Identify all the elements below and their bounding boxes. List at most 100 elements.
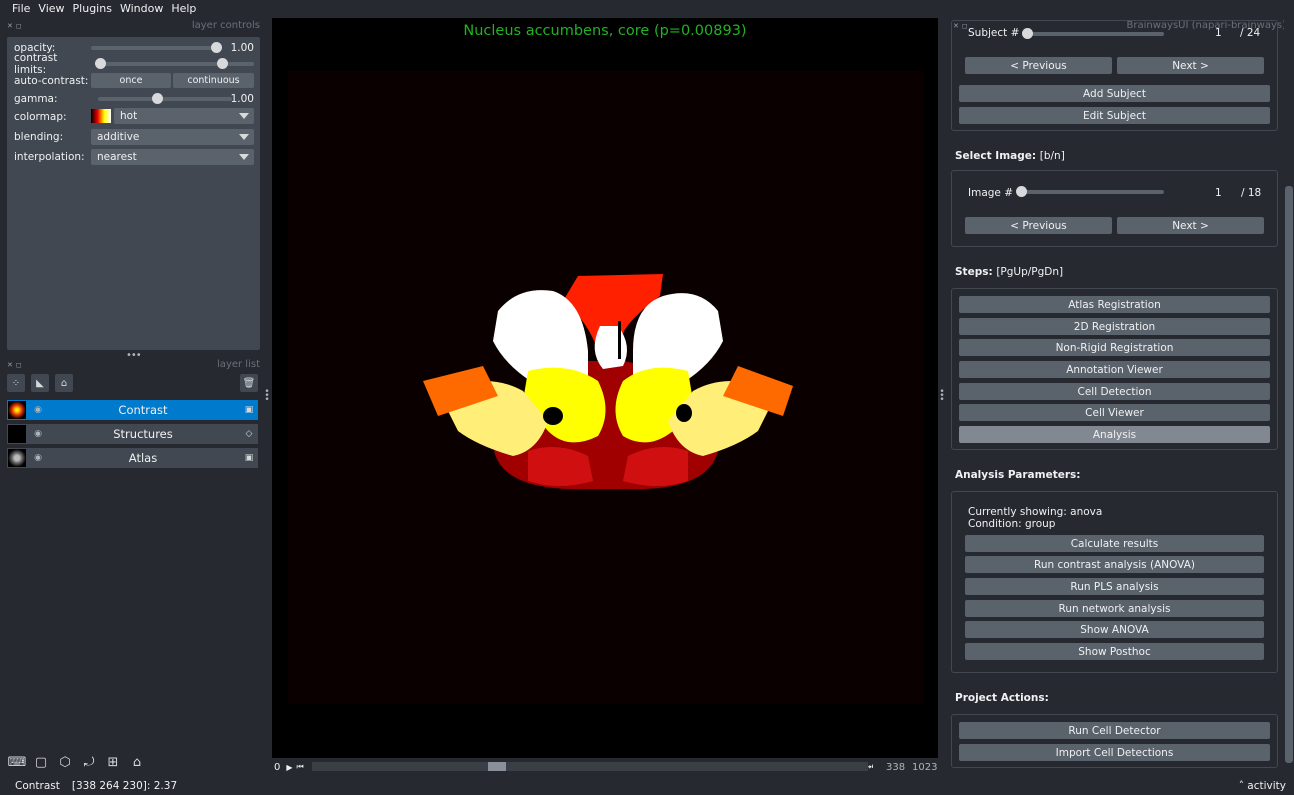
ndisplay-3d-icon[interactable]: ⬡ xyxy=(55,752,75,772)
step-back-icon[interactable]: ⏮ xyxy=(297,762,304,772)
analysis-condition-text: Condition: group xyxy=(968,518,1056,530)
home-icon[interactable]: ⌂ xyxy=(127,752,147,772)
step-annotation-viewer-button[interactable]: Annotation Viewer xyxy=(959,361,1270,378)
steps-shortcut: [PgUp/PgDn] xyxy=(996,266,1064,278)
float-icon[interactable]: ◻ xyxy=(16,361,22,369)
image-previous-button[interactable]: < Previous xyxy=(965,217,1112,234)
roll-dims-icon[interactable]: ⤾ xyxy=(79,752,99,772)
subject-previous-button[interactable]: < Previous xyxy=(965,57,1112,74)
colormap-select[interactable]: hot xyxy=(114,108,254,124)
menu-view[interactable]: View xyxy=(34,2,68,15)
subject-total: / 24 xyxy=(1240,27,1261,39)
dims-max-value: 1023 xyxy=(912,761,938,773)
new-points-layer-icon[interactable]: ⁘ xyxy=(7,374,25,392)
gamma-row: gamma: 1.00 xyxy=(14,91,254,107)
step-analysis-button[interactable]: Analysis xyxy=(959,426,1270,443)
step-2d-registration-button[interactable]: 2D Registration xyxy=(959,318,1270,335)
run-pls-analysis-button[interactable]: Run PLS analysis xyxy=(965,578,1264,595)
step-cell-detection-button[interactable]: Cell Detection xyxy=(959,383,1270,400)
layer-row-structures[interactable]: ◉ Structures ◇ xyxy=(7,424,258,444)
dims-current-value[interactable]: 338 xyxy=(886,762,905,773)
delete-layer-icon[interactable]: 🗑 xyxy=(240,374,258,392)
dims-slider-handle[interactable] xyxy=(488,762,506,771)
image-slider-handle[interactable] xyxy=(1016,186,1027,197)
close-icon[interactable]: ✕ xyxy=(7,361,13,369)
subject-next-button[interactable]: Next > xyxy=(1117,57,1264,74)
image-next-button[interactable]: Next > xyxy=(1117,217,1264,234)
subject-slider-handle[interactable] xyxy=(1022,28,1033,39)
console-icon[interactable]: ⌨ xyxy=(7,752,27,772)
run-network-analysis-button[interactable]: Run network analysis xyxy=(965,600,1264,617)
ndisplay-2d-icon[interactable]: ▢ xyxy=(31,752,51,772)
layer-list-titlebar: ✕ ◻ layer list xyxy=(7,357,260,371)
canvas-overlay-title: Nucleus accumbens, core (p=0.00893) xyxy=(463,23,747,39)
project-actions-title: Project Actions: xyxy=(955,692,1049,704)
new-shapes-layer-icon[interactable]: ◣ xyxy=(31,374,49,392)
eye-icon[interactable]: ◉ xyxy=(30,429,46,439)
activity-toggle[interactable]: ˄ activity xyxy=(1239,780,1286,792)
subject-slider[interactable] xyxy=(1022,28,1164,39)
run-contrast-analysis-button[interactable]: Run contrast analysis (ANOVA) xyxy=(965,556,1264,573)
eye-icon[interactable]: ◉ xyxy=(30,453,46,463)
step-atlas-registration-button[interactable]: Atlas Registration xyxy=(959,296,1270,313)
run-cell-detector-button[interactable]: Run Cell Detector xyxy=(959,722,1270,739)
contrast-max-handle[interactable] xyxy=(216,58,228,69)
chevron-down-icon xyxy=(239,154,249,160)
layer-name[interactable]: Atlas xyxy=(46,451,240,465)
show-anova-button[interactable]: Show ANOVA xyxy=(965,621,1264,638)
layer-name[interactable]: Contrast xyxy=(46,403,240,417)
step-cell-viewer-button[interactable]: Cell Viewer xyxy=(959,404,1270,421)
eye-icon[interactable]: ◉ xyxy=(30,405,46,415)
left-splitter-handle[interactable]: • • • xyxy=(264,388,270,405)
layer-toolbar: ⁘ ◣ ⌂ 🗑 xyxy=(7,374,260,394)
layer-controls-panel: opacity: 1.00 contrast limits: auto-cont… xyxy=(7,37,260,350)
interpolation-select[interactable]: nearest xyxy=(91,149,254,165)
blending-select[interactable]: additive xyxy=(91,129,254,145)
auto-contrast-continuous-button[interactable]: continuous xyxy=(173,73,254,88)
auto-contrast-once-button[interactable]: once xyxy=(91,73,171,88)
status-layer-name: Contrast xyxy=(15,780,60,792)
chevron-down-icon xyxy=(239,113,249,119)
analysis-parameters-title: Analysis Parameters: xyxy=(955,469,1081,481)
viewer-canvas[interactable]: Nucleus accumbens, core (p=0.00893) xyxy=(272,18,938,758)
status-coordinates: [338 264 230]: 2.37 xyxy=(71,780,178,792)
grid-icon[interactable]: ⊞ xyxy=(103,752,123,772)
dims-left-value: 0 xyxy=(274,761,281,773)
opacity-slider[interactable] xyxy=(91,42,222,53)
step-non-rigid-registration-button[interactable]: Non-Rigid Registration xyxy=(959,339,1270,356)
brain-image[interactable] xyxy=(288,71,924,704)
edit-subject-button[interactable]: Edit Subject xyxy=(959,107,1270,124)
play-icon[interactable]: ▶ xyxy=(286,763,292,772)
select-image-title-text: Select Image: xyxy=(955,150,1037,162)
import-cell-detections-button[interactable]: Import Cell Detections xyxy=(959,744,1270,761)
right-splitter-handle[interactable]: • • • xyxy=(939,388,945,405)
menu-file[interactable]: File xyxy=(8,2,34,15)
contrast-min-handle[interactable] xyxy=(94,58,106,69)
contrast-limits-slider[interactable] xyxy=(94,58,254,69)
select-image-title: Select Image: [b/n] xyxy=(955,150,1065,162)
layer-name[interactable]: Structures xyxy=(46,427,240,441)
layer-controls-titlebar: ✕ ◻ layer controls xyxy=(7,18,260,32)
new-labels-layer-icon[interactable]: ⌂ xyxy=(55,374,73,392)
chevron-up-icon: ˄ xyxy=(1238,780,1244,792)
gamma-slider[interactable] xyxy=(98,93,232,104)
image-slider[interactable] xyxy=(1016,186,1164,197)
image-group xyxy=(951,170,1278,247)
layer-thumbnail xyxy=(8,401,26,419)
gamma-slider-handle[interactable] xyxy=(152,93,163,104)
menu-plugins[interactable]: Plugins xyxy=(69,2,116,15)
float-icon[interactable]: ◻ xyxy=(16,22,22,30)
colormap-swatch xyxy=(91,109,111,123)
opacity-slider-handle[interactable] xyxy=(211,42,222,53)
show-posthoc-button[interactable]: Show Posthoc xyxy=(965,643,1264,660)
close-icon[interactable]: ✕ xyxy=(7,22,13,30)
menu-help[interactable]: Help xyxy=(167,2,200,15)
calculate-results-button[interactable]: Calculate results xyxy=(965,535,1264,552)
scrollbar-handle[interactable] xyxy=(1285,186,1293,763)
subject-current: 1 xyxy=(1215,27,1222,39)
add-subject-button[interactable]: Add Subject xyxy=(959,85,1270,102)
layer-row-contrast[interactable]: ◉ Contrast ▣ xyxy=(7,400,258,420)
dims-slider[interactable] xyxy=(312,762,868,771)
layer-row-atlas[interactable]: ◉ Atlas ▣ xyxy=(7,448,258,468)
menu-window[interactable]: Window xyxy=(116,2,167,15)
